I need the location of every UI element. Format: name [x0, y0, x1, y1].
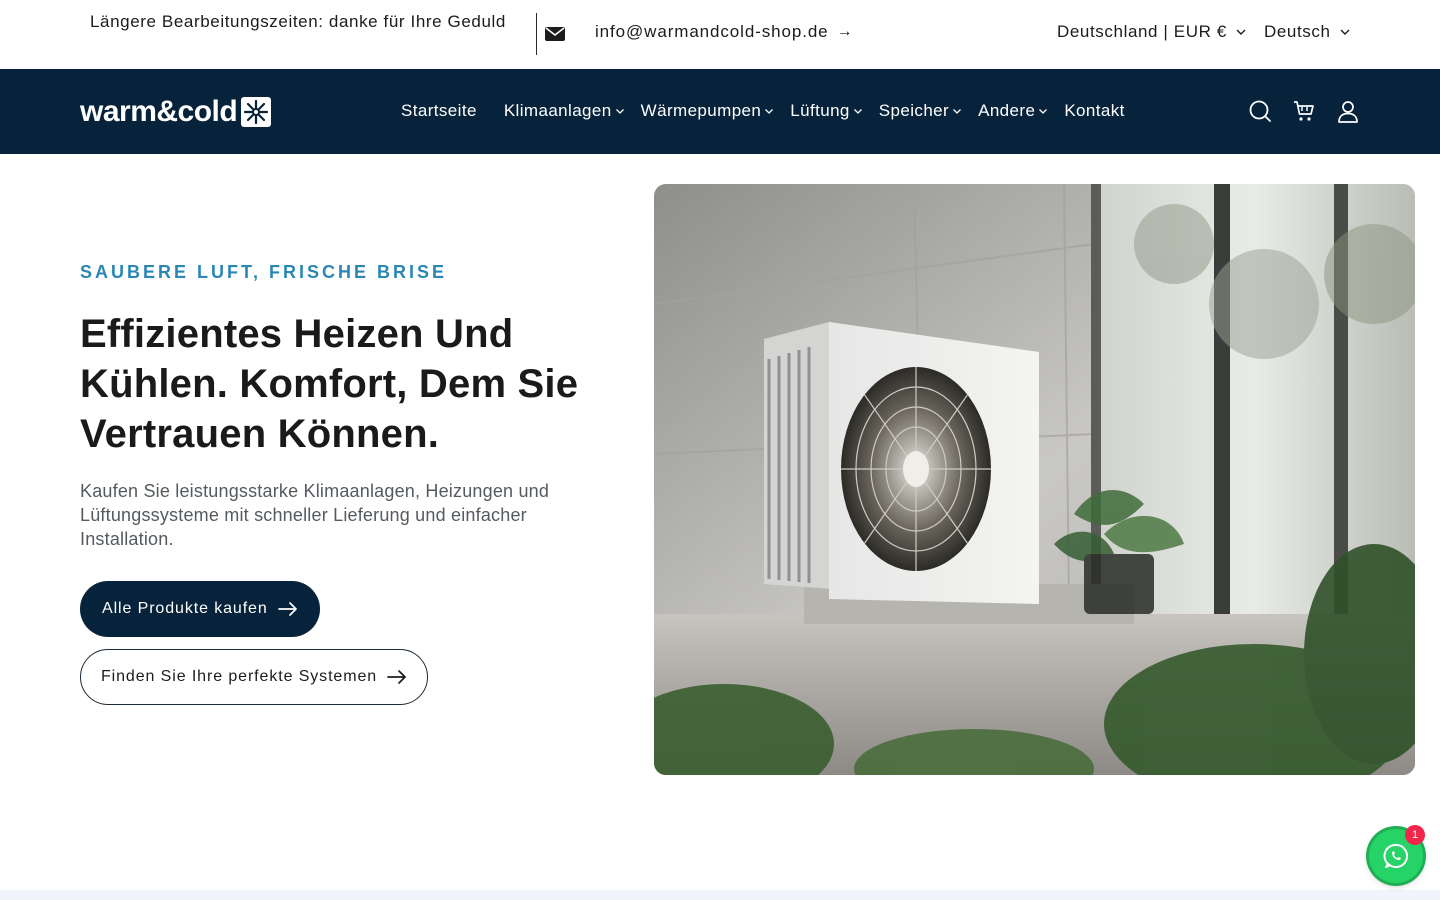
snowflake-icon	[241, 97, 272, 127]
chevron-down-icon	[615, 109, 624, 114]
language-label: Deutsch	[1264, 22, 1331, 41]
nav-item-label: Startseite	[401, 101, 477, 120]
announcement-text: Längere Bearbeitungszeiten: danke für Ih…	[90, 12, 506, 31]
chevron-down-icon	[1340, 29, 1350, 35]
email-link[interactable]: info@warmandcold-shop.de →	[595, 22, 853, 42]
nav-item-label: Wärmepumpen	[640, 101, 762, 120]
cart-icon[interactable]	[1292, 99, 1316, 123]
topbar-divider	[536, 13, 537, 55]
arrow-right-icon: →	[836, 23, 854, 40]
nav-item-lueftung[interactable]: Lüftung	[790, 101, 863, 121]
account-icon[interactable]	[1336, 99, 1360, 123]
site-header: warm&cold Startseite Klimaanlagen Wärmep…	[0, 69, 1440, 154]
hero-image	[654, 184, 1415, 775]
announcement-bar: Längere Bearbeitungszeiten: danke für Ih…	[0, 0, 1440, 69]
chevron-down-icon	[1236, 29, 1246, 35]
nav-item-label: Speicher	[878, 101, 950, 120]
next-section-strip	[0, 890, 1440, 900]
nav-item-startseite[interactable]: Startseite	[401, 101, 477, 121]
logo[interactable]: warm&cold	[80, 95, 272, 128]
nav-item-kontakt[interactable]: Kontakt	[1064, 101, 1124, 121]
shop-all-products-button[interactable]: Alle Produkte kaufen	[80, 581, 320, 637]
header-actions	[1248, 99, 1360, 123]
envelope-icon	[545, 27, 565, 41]
chevron-down-icon	[853, 109, 862, 114]
language-selector[interactable]: Deutsch	[1264, 22, 1351, 42]
hero-subtitle: Kaufen Sie leistungsstarke Klimaanlagen,…	[80, 481, 550, 549]
air-conditioner-illustration	[654, 184, 1415, 775]
nav-item-speicher[interactable]: Speicher	[879, 101, 962, 121]
nav-item-andere[interactable]: Andere	[978, 101, 1048, 121]
chevron-down-icon	[1039, 109, 1048, 114]
chevron-down-icon	[953, 109, 962, 114]
find-system-button[interactable]: Finden Sie Ihre perfekte Systemen	[80, 649, 429, 705]
country-currency-selector[interactable]: Deutschland | EUR €	[1057, 22, 1247, 42]
nav-item-klimaanlagen[interactable]: Klimaanlagen	[504, 101, 625, 121]
nav-item-label: Kontakt	[1064, 101, 1125, 120]
main-nav: Startseite Klimaanlagen Wärmepumpen Lüft…	[401, 99, 1152, 123]
whatsapp-icon	[1383, 843, 1409, 868]
nav-item-label: Andere	[978, 101, 1036, 120]
country-currency-label: Deutschland | EUR €	[1057, 22, 1227, 41]
notification-badge: 1	[1405, 825, 1425, 845]
arrow-right-icon	[387, 670, 406, 684]
hero-title: Effizientes Heizen Und Kühlen. Komfort, …	[80, 312, 579, 456]
nav-item-waermepumpen[interactable]: Wärmepumpen	[641, 101, 775, 121]
email-text: info@warmandcold-shop.de	[595, 22, 829, 41]
button-label: Alle Produkte kaufen	[102, 600, 268, 617]
arrow-right-icon	[277, 602, 297, 616]
search-icon[interactable]	[1248, 99, 1272, 123]
button-label: Finden Sie Ihre perfekte Systemen	[101, 668, 378, 685]
nav-item-label: Lüftung	[790, 101, 850, 120]
chevron-down-icon	[765, 109, 774, 114]
logo-text: warm&cold	[80, 95, 238, 128]
nav-item-label: Klimaanlagen	[503, 101, 612, 120]
hero-eyebrow: SAUBERE LUFT, FRISCHE BRISE	[80, 262, 448, 282]
